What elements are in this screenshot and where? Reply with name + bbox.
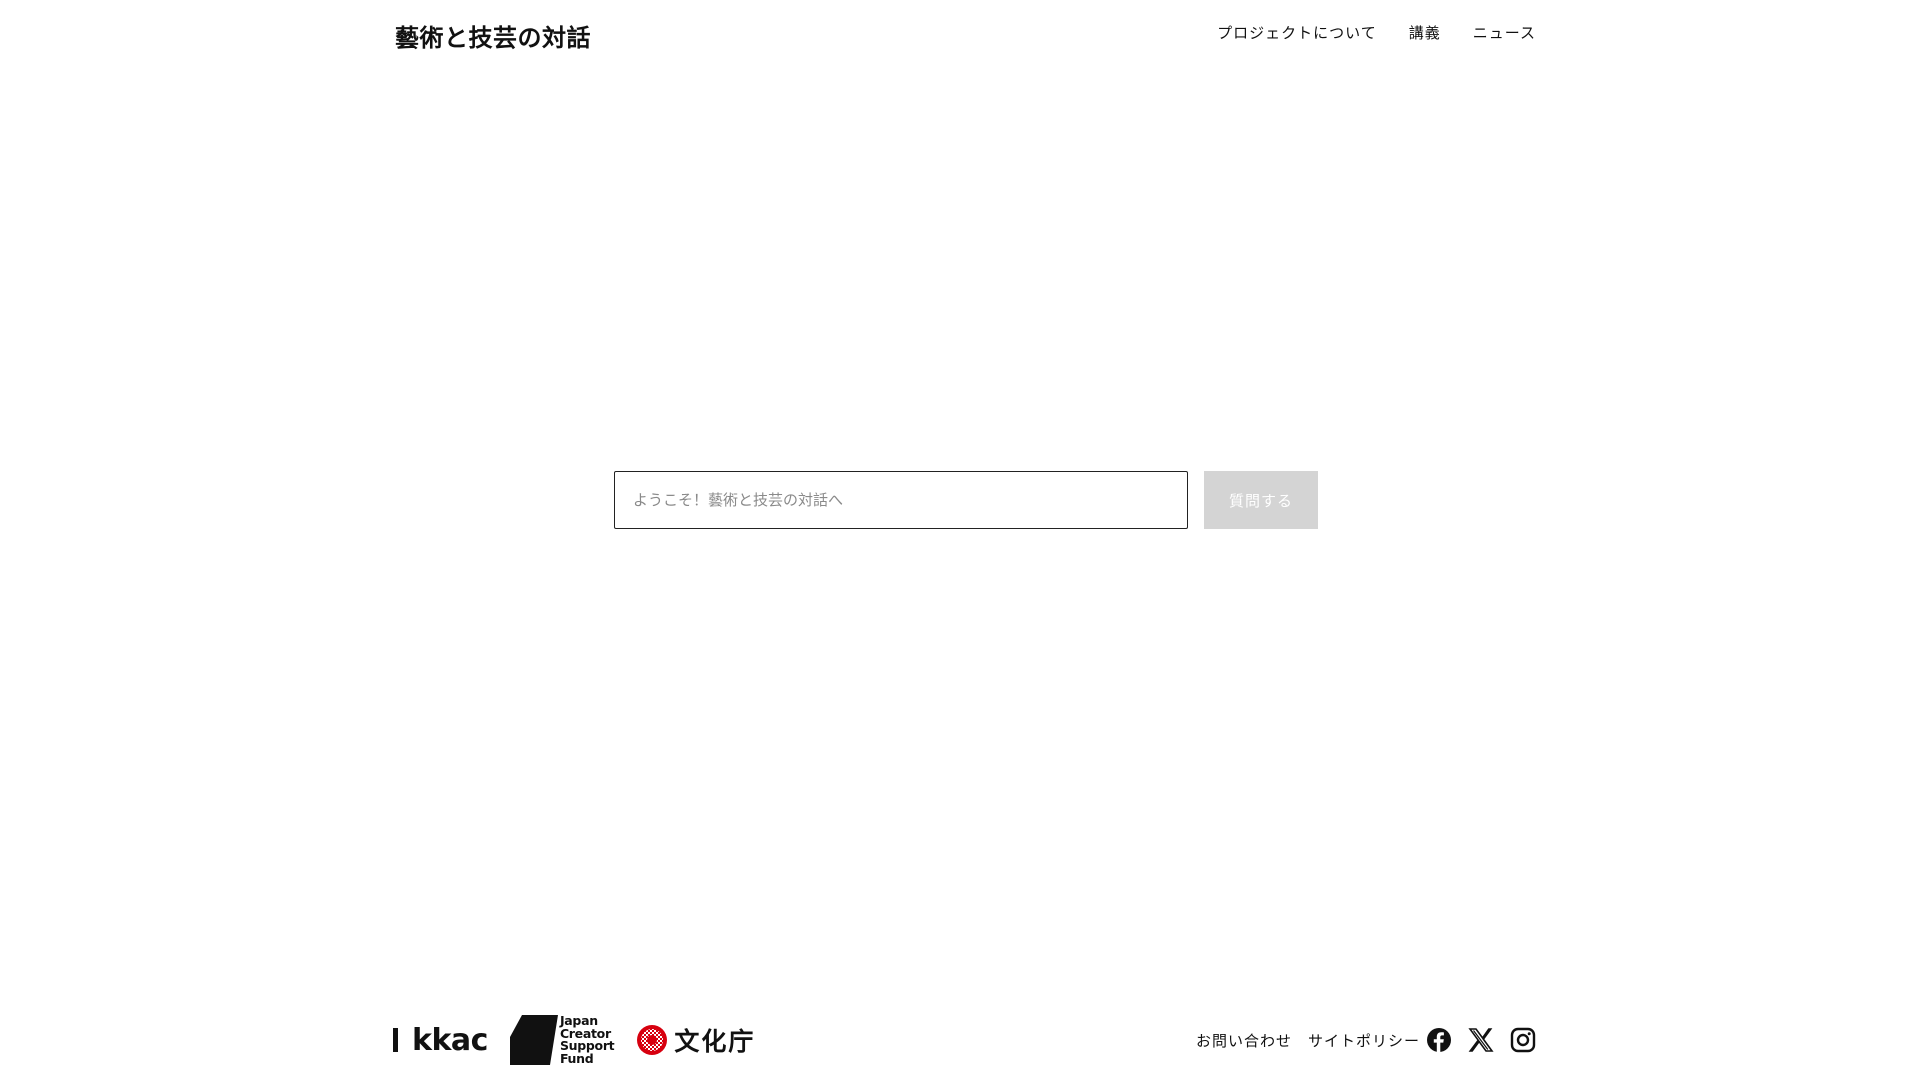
question-form: 質問する [614,471,1318,529]
nav-item-news[interactable]: ニュース [1473,22,1536,43]
jcsf-line: Fund [559,1050,594,1066]
instagram-icon[interactable] [1510,1027,1536,1053]
bunkacho-emblem-icon [637,1025,668,1055]
footer-links: お問い合わせ サイトポリシー [1196,1030,1420,1051]
kkac-logo[interactable]: kkac [393,1023,488,1058]
social-links [1426,1027,1536,1053]
kkac-logo-text: kkac [412,1022,488,1058]
page: 藝術と技芸の対話 プロジェクトについて 講義 ニュース 質問する kkac Ja… [0,0,1920,1080]
nav-item-lectures[interactable]: 講義 [1409,22,1441,43]
site-title[interactable]: 藝術と技芸の対話 [395,18,591,53]
jcsf-logo-mark [509,1015,558,1065]
main-nav: プロジェクトについて 講義 ニュース [1217,22,1536,43]
footer-link-contact[interactable]: お問い合わせ [1196,1030,1292,1051]
facebook-icon[interactable] [1426,1027,1452,1053]
question-input[interactable] [614,471,1188,529]
sponsor-logos: kkac Japan Creator Support Fund 文化庁 [393,1014,755,1066]
x-icon[interactable] [1468,1027,1494,1053]
footer-link-site-policy[interactable]: サイトポリシー [1308,1030,1420,1051]
jcsf-logo[interactable]: Japan Creator Support Fund [509,1014,615,1066]
bunkacho-logo[interactable]: 文化庁 [636,1022,755,1058]
jcsf-logo-text: Japan Creator Support Fund [559,1014,615,1066]
kkac-logo-bar [393,1028,398,1052]
bunkacho-logo-text: 文化庁 [674,1027,756,1056]
ask-button[interactable]: 質問する [1204,471,1318,529]
nav-item-about[interactable]: プロジェクトについて [1217,22,1377,43]
